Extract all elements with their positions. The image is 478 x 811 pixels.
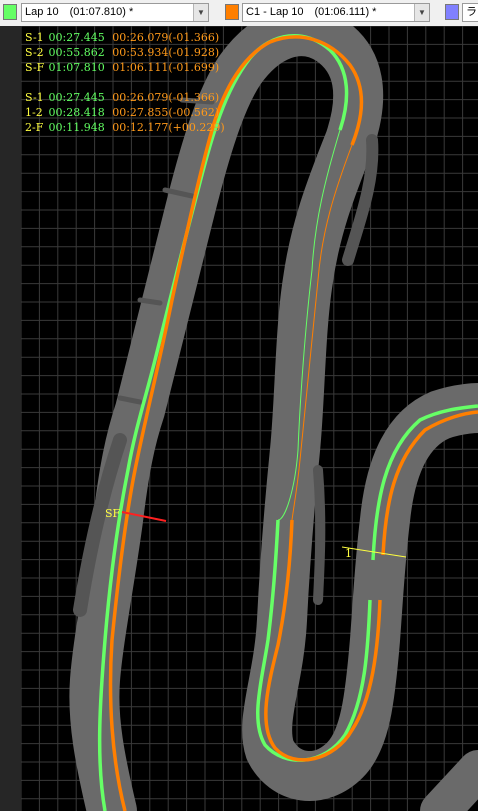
lap-a-split: 00:11.948 bbox=[48, 121, 105, 134]
lap-time-overlay: S-1 00:27.445 00:26.079(-01.366) S-2 00:… bbox=[25, 30, 225, 135]
start-finish-label: SF bbox=[105, 507, 121, 520]
split-label: S-1 bbox=[25, 91, 44, 104]
lap-b-split: 00:27.855(-00.562) bbox=[112, 106, 220, 119]
lap-a-split: 00:28.418 bbox=[48, 106, 105, 119]
lap-b-time: 00:53.934(-01.928) bbox=[112, 46, 220, 59]
sector-time-row: S-2 00:55.862 00:53.934(-01.928) bbox=[25, 45, 225, 60]
track-runoff-mid bbox=[313, 465, 326, 605]
track-outline-bottom-right bbox=[420, 750, 478, 811]
split-label: 1-2 bbox=[25, 106, 43, 119]
lap-a-select-value: Lap 10 (01:07.810) * bbox=[25, 6, 134, 18]
split-time-row: 1-2 00:28.418 00:27.855(-00.562) bbox=[25, 105, 225, 120]
lap-c-color-swatch[interactable] bbox=[445, 4, 459, 20]
sector-label: S-2 bbox=[25, 46, 44, 59]
track-map[interactable]: SF 1 bbox=[21, 26, 478, 811]
sector-1-label: 1 bbox=[345, 547, 352, 560]
lap-b-select-value: C1 - Lap 10 (01:06.111) * bbox=[246, 6, 377, 18]
lap-b-split: 00:12.177(+00.229) bbox=[112, 121, 225, 134]
sector-label: S-F bbox=[25, 61, 45, 74]
left-panel-strip bbox=[0, 26, 21, 811]
lap-a-time: 01:07.810 bbox=[48, 61, 105, 74]
lap-b-select[interactable]: C1 - Lap 10 (01:06.111) * ▼ bbox=[242, 3, 430, 22]
lap-b-time: 00:26.079(-01.366) bbox=[112, 31, 220, 44]
lap-c-select-value: ラッ bbox=[466, 6, 478, 18]
split-time-row: S-1 00:27.445 00:26.079(-01.366) bbox=[25, 90, 225, 105]
lap-b-color-swatch[interactable] bbox=[225, 4, 239, 20]
chevron-down-icon[interactable]: ▼ bbox=[193, 4, 208, 21]
lap-a-color-swatch[interactable] bbox=[3, 4, 17, 20]
chevron-down-icon[interactable]: ▼ bbox=[414, 4, 429, 21]
lap-b-time: 01:06.111(-01.699) bbox=[112, 61, 220, 74]
lap-a-time: 00:27.445 bbox=[48, 31, 105, 44]
lap-selector-toolbar: Lap 10 (01:07.810) * ▼ C1 - Lap 10 (01:0… bbox=[0, 0, 478, 27]
lap-b-split: 00:26.079(-01.366) bbox=[112, 91, 220, 104]
split-time-row: 2-F 00:11.948 00:12.177(+00.229) bbox=[25, 120, 225, 135]
lap-c-select[interactable]: ラッ bbox=[462, 3, 478, 22]
sector-time-row: S-F 01:07.810 01:06.111(-01.699) bbox=[25, 60, 225, 75]
sector-label: S-1 bbox=[25, 31, 44, 44]
split-label: 2-F bbox=[25, 121, 44, 134]
lap-a-select[interactable]: Lap 10 (01:07.810) * ▼ bbox=[21, 3, 209, 22]
track-map-canvas bbox=[21, 26, 478, 811]
sector-time-row: S-1 00:27.445 00:26.079(-01.366) bbox=[25, 30, 225, 45]
lap-a-split: 00:27.445 bbox=[48, 91, 105, 104]
lap-a-time: 00:55.862 bbox=[48, 46, 105, 59]
